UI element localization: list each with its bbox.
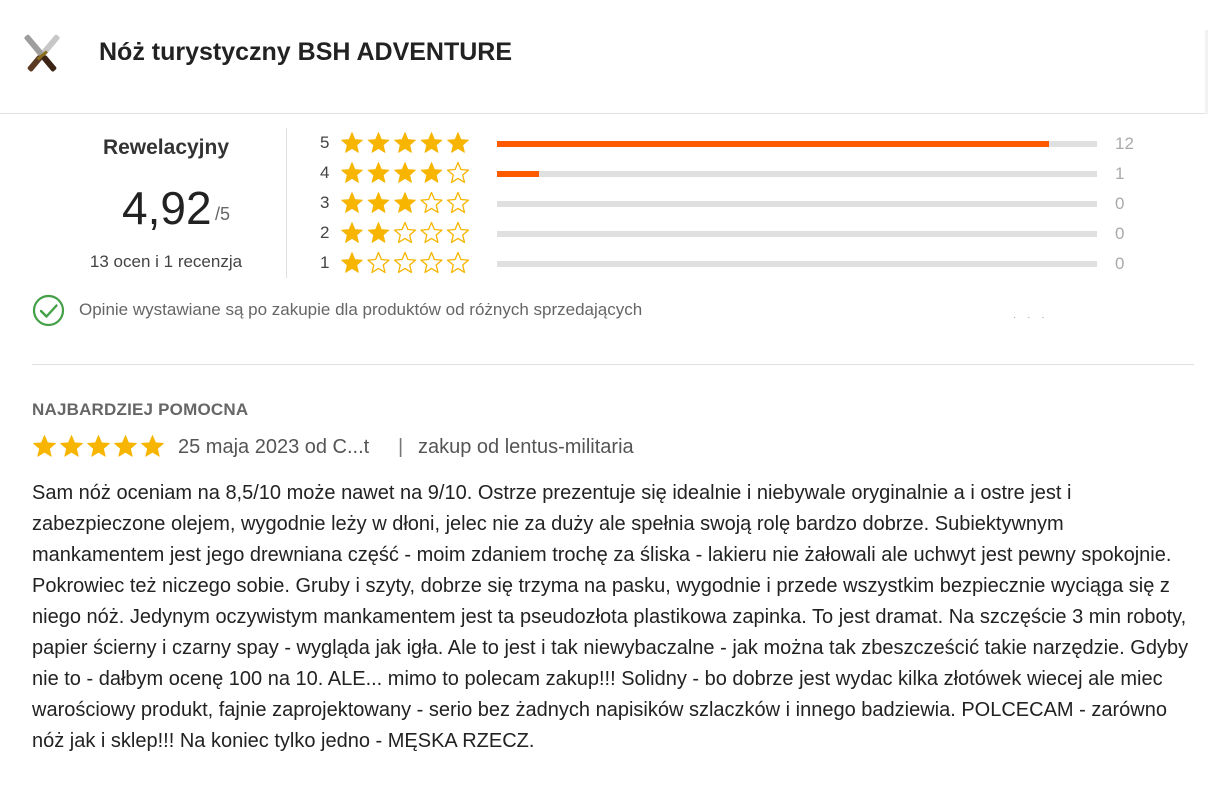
star-rating-icon — [341, 221, 470, 244]
star-empty-icon — [446, 191, 470, 214]
star-level-label: 5 — [320, 133, 330, 152]
star-filled-icon — [341, 132, 363, 153]
star-empty-icon — [446, 251, 470, 274]
star-filled-icon — [114, 435, 137, 457]
reviews-info-text: Opinie wystawiane są po zakupie dla prod… — [79, 300, 643, 319]
review-date-author: 25 maja 2023 od C...t — [178, 436, 370, 458]
distribution-count: 12 — [1115, 134, 1134, 153]
star-empty-icon — [393, 221, 417, 244]
star-filled-icon — [394, 192, 416, 213]
distribution-row-3[interactable]: 3 0 — [300, 189, 1160, 219]
star-level-label: 2 — [320, 223, 330, 242]
summary-divider — [286, 128, 287, 278]
star-filled-icon — [60, 435, 83, 457]
star-filled-icon — [341, 162, 363, 183]
star-empty-icon — [446, 161, 470, 184]
distribution-bar-fill — [497, 171, 539, 177]
distribution-count: 0 — [1115, 224, 1125, 243]
distribution-row-2[interactable]: 2 0 — [300, 219, 1160, 249]
star-level-label: 1 — [320, 253, 330, 272]
star-level-label: 3 — [320, 193, 330, 212]
product-title[interactable]: Nóż turystyczny BSH ADVENTURE — [99, 38, 512, 67]
star-empty-icon — [446, 221, 470, 244]
distribution-bar — [497, 231, 1097, 237]
star-rating-icon — [341, 161, 470, 184]
distribution-count: 1 — [1115, 164, 1125, 183]
distribution-bar — [497, 261, 1097, 267]
distribution-bar — [497, 141, 1097, 147]
section-divider — [32, 364, 1194, 365]
distribution-count: 0 — [1115, 254, 1125, 273]
star-empty-icon — [393, 251, 417, 274]
review-section-label: NAJBARDZIEJ POMOCNA — [32, 400, 249, 419]
rating-average: 4,92 — [122, 182, 212, 234]
review-seller[interactable]: zakup od lentus-militaria — [418, 436, 634, 459]
star-filled-icon — [341, 192, 363, 213]
distribution-bar — [497, 201, 1097, 207]
star-filled-icon — [33, 435, 56, 457]
star-rating-icon — [341, 251, 470, 274]
star-empty-icon — [420, 251, 443, 274]
star-filled-icon — [141, 435, 164, 457]
star-level-label: 4 — [320, 163, 330, 182]
star-filled-icon — [367, 132, 390, 153]
star-filled-icon — [367, 222, 390, 243]
star-filled-icon — [341, 222, 363, 243]
star-filled-icon — [367, 192, 390, 213]
star-filled-icon — [447, 132, 469, 153]
rating-summary: Rewelacyjny 4,92 /5 13 ocen i 1 recenzja — [40, 125, 290, 285]
distribution-count: 0 — [1115, 194, 1125, 213]
rating-count: 13 ocen i 1 recenzja — [89, 252, 243, 271]
star-empty-icon — [420, 191, 443, 214]
star-rating-icon — [341, 191, 470, 214]
review-star-rating-icon — [33, 435, 164, 457]
star-filled-icon — [341, 252, 363, 273]
rating-scale: /5 — [215, 204, 231, 224]
product-header: Nóż turystyczny BSH ADVENTURE — [0, 0, 1208, 114]
star-filled-icon — [394, 162, 416, 183]
distribution-row-5[interactable]: 5 12 — [300, 129, 1160, 159]
crossed-knives-icon — [24, 34, 60, 72]
product-thumbnail[interactable] — [14, 28, 70, 82]
star-filled-icon — [394, 132, 416, 153]
star-filled-icon — [420, 132, 443, 153]
check-circle-icon — [32, 294, 65, 327]
star-filled-icon — [87, 435, 110, 457]
rating-grade: Rewelacyjny — [102, 136, 230, 159]
star-rating-icon — [341, 132, 469, 153]
star-empty-icon — [420, 221, 443, 244]
distribution-row-4[interactable]: 4 1 — [300, 159, 1160, 189]
loading-dots: · · · — [1013, 312, 1049, 323]
review-separator: | — [398, 436, 404, 458]
distribution-row-1[interactable]: 1 0 — [300, 249, 1160, 279]
review-body: Sam nóż oceniam na 8,5/10 może nawet na … — [32, 482, 1189, 752]
distribution-bar — [497, 171, 1097, 177]
star-filled-icon — [367, 162, 390, 183]
distribution-bar-fill — [497, 141, 1049, 147]
star-filled-icon — [420, 162, 443, 183]
star-empty-icon — [367, 251, 390, 274]
